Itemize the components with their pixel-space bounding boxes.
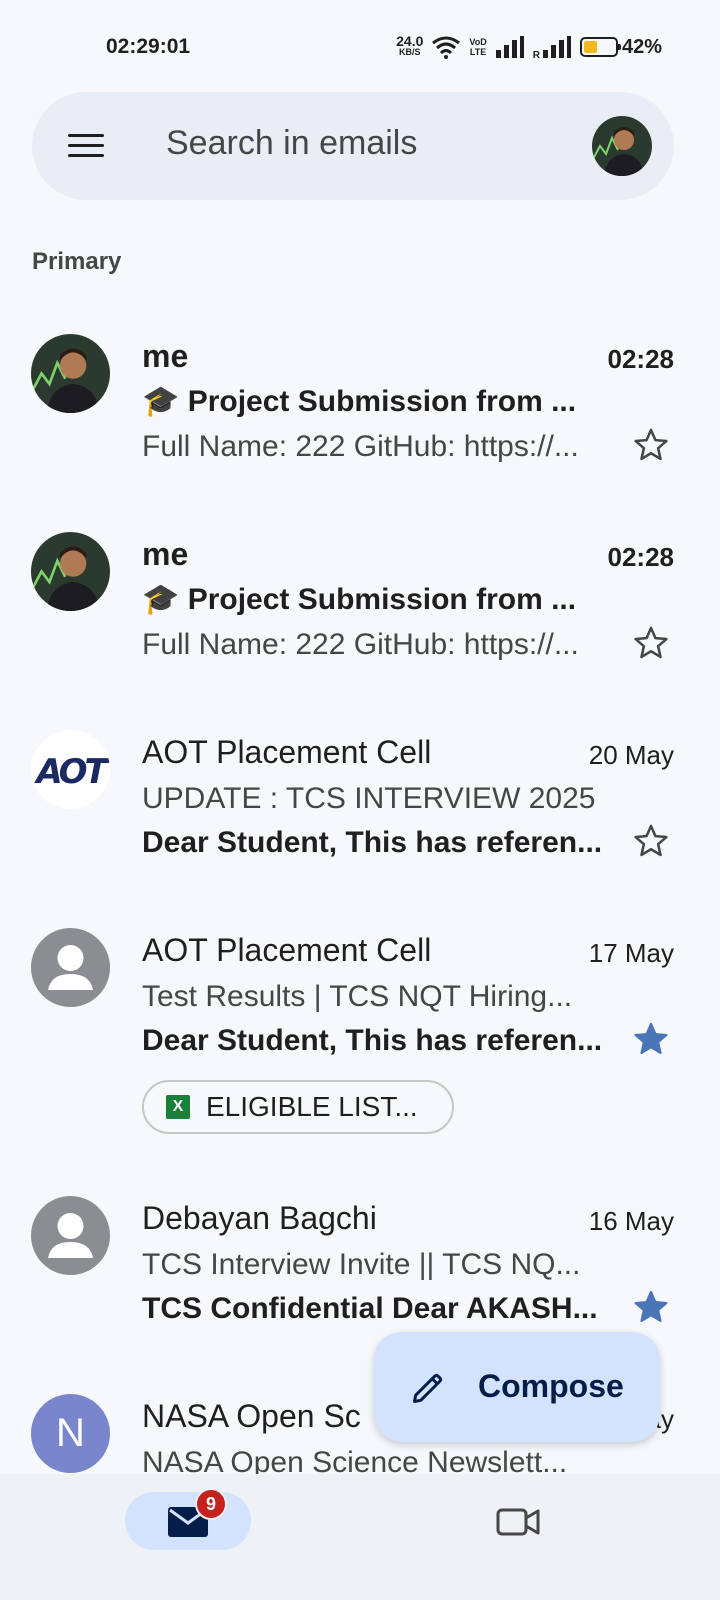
attachment-name: ELIGIBLE LIST... (206, 1091, 418, 1122)
battery-fill (583, 41, 597, 53)
sender-avatar (31, 1196, 110, 1275)
profile-photo-icon (592, 116, 652, 176)
email-sender: me (142, 338, 189, 374)
person-icon (48, 945, 93, 990)
email-time: 02:28 (607, 542, 675, 572)
email-snippet: Full Name: 222 GitHub: https://... (142, 430, 579, 463)
profile-photo-icon (31, 532, 110, 611)
battery-icon (579, 37, 621, 57)
star-outline-icon[interactable] (632, 426, 670, 464)
compose-label: Compose (478, 1368, 624, 1404)
excel-file-icon: X (166, 1095, 190, 1119)
compose-button[interactable]: Compose (374, 1332, 660, 1442)
star-outline-icon[interactable] (632, 624, 670, 662)
pencil-icon (413, 1373, 443, 1403)
attachment-chip[interactable]: X ELIGIBLE LIST... (142, 1080, 454, 1134)
wifi-icon (432, 36, 461, 59)
email-time: 17 May (588, 938, 674, 968)
aot-logo-avatar: AOT (31, 730, 110, 809)
email-row[interactable]: me 02:28 🎓 Project Submission from ... F… (0, 320, 720, 510)
email-time: 02:28 (607, 344, 675, 374)
network-speed-unit: KB/S (399, 47, 421, 57)
status-icons: 24.0 KB/S VoD LTE R 42% (396, 33, 662, 61)
star-outline-icon[interactable] (632, 822, 670, 860)
sender-avatar (31, 928, 110, 1007)
email-sender: AOT Placement Cell (142, 734, 432, 770)
email-row[interactable]: AOT AOT Placement Cell 20 May UPDATE : T… (0, 716, 720, 906)
sender-avatar (31, 334, 110, 413)
signal-icon (495, 36, 524, 58)
email-subject: 🎓 Project Submission from ... (142, 583, 577, 616)
sender-avatar (31, 532, 110, 611)
signal-icon-2 (542, 36, 571, 58)
volte-bottom: LTE (469, 47, 487, 57)
battery-tip (617, 44, 621, 50)
volte-top: VoD (469, 37, 487, 47)
email-row[interactable]: AOT Placement Cell 17 May Test Results |… (0, 914, 720, 1154)
email-subject: Test Results | TCS NQT Hiring... (142, 980, 573, 1013)
email-sender: me (142, 536, 189, 572)
star-filled-icon[interactable] (632, 1020, 670, 1058)
email-snippet: Dear Student, This has referen... (142, 1024, 603, 1057)
star-filled-icon[interactable] (632, 1288, 670, 1326)
account-avatar[interactable] (592, 116, 652, 176)
search-input[interactable]: Search in emails (166, 124, 417, 163)
email-subject: NASA Open Science Newslett... (142, 1446, 568, 1474)
person-icon (48, 1213, 93, 1258)
network-speed: 24.0 KB/S (396, 33, 424, 58)
email-subject: UPDATE : TCS INTERVIEW 2025 (142, 782, 596, 815)
roaming-label: R (532, 50, 540, 61)
hamburger-menu-icon[interactable] (68, 134, 104, 158)
unread-badge: 9 (195, 1488, 227, 1520)
email-row[interactable]: me 02:28 🎓 Project Submission from ... F… (0, 518, 720, 708)
email-snippet: Dear Student, This has referen... (142, 826, 603, 859)
status-bar: 02:29:01 24.0 KB/S VoD LTE R 42% (0, 0, 720, 90)
email-snippet: TCS Confidential Dear AKASH... (142, 1292, 598, 1325)
nav-mail-tab[interactable]: 9 (125, 1488, 251, 1550)
video-camera-icon[interactable] (496, 1506, 540, 1538)
email-sender: NASA Open Sc (142, 1398, 361, 1434)
avatar-letter: N (56, 1411, 85, 1455)
network-speed-value: 24.0 (396, 33, 424, 49)
sender-avatar: N (31, 1394, 110, 1473)
email-sender: AOT Placement Cell (142, 932, 432, 968)
email-sender: Debayan Bagchi (142, 1200, 377, 1236)
bottom-navigation: 9 (0, 1474, 720, 1600)
search-bar[interactable]: Search in emails (32, 92, 674, 200)
email-snippet: Full Name: 222 GitHub: https://... (142, 628, 579, 661)
battery: 42% (579, 35, 662, 59)
status-time: 02:29:01 (106, 35, 191, 58)
aot-logo-icon: AOT (36, 752, 107, 792)
email-time: 20 May (588, 740, 674, 770)
email-subject: TCS Interview Invite || TCS NQ... (142, 1248, 581, 1281)
battery-percent: 42% (621, 35, 662, 58)
volte-icon: VoD LTE (469, 37, 486, 57)
email-subject: 🎓 Project Submission from ... (142, 385, 577, 418)
profile-photo-icon (31, 334, 110, 413)
section-label-primary: Primary (32, 248, 122, 275)
email-time: 16 May (588, 1206, 674, 1236)
